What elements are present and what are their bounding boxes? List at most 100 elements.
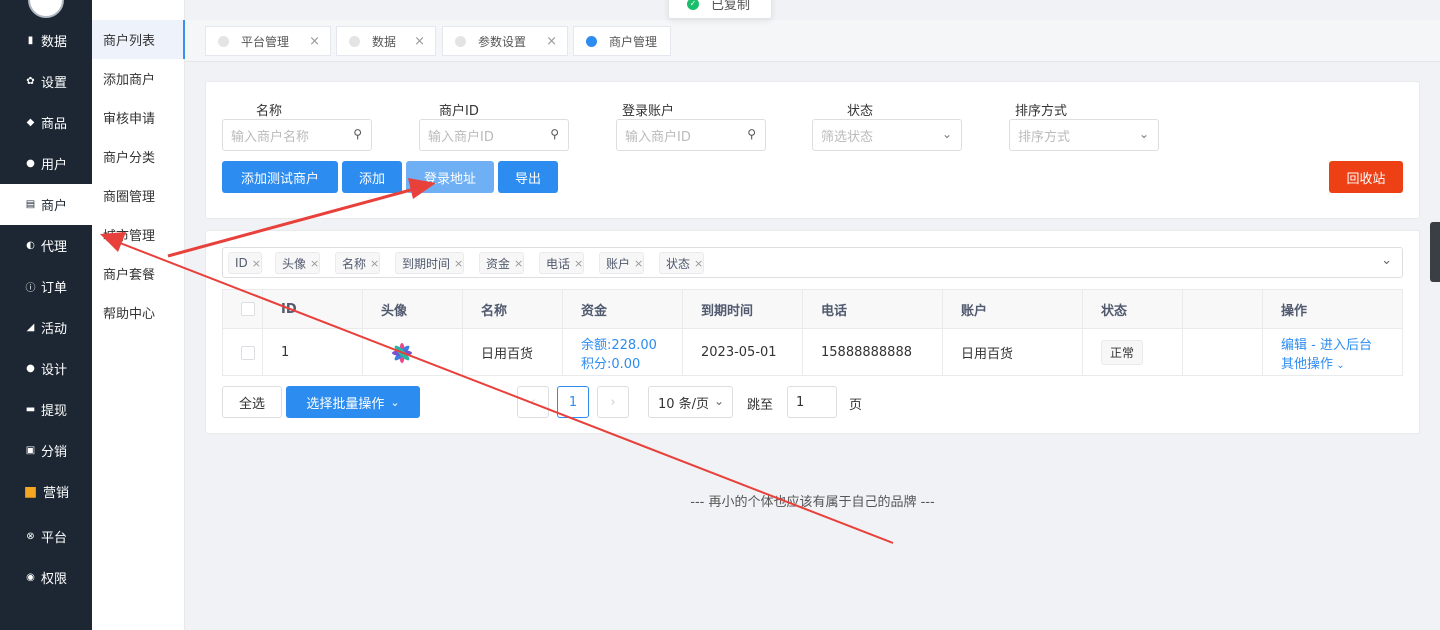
- column-tag[interactable]: 名称 ×: [335, 252, 381, 274]
- submenu-item-help[interactable]: 帮助中心: [92, 293, 185, 332]
- sidebar-item-activity[interactable]: ◢ 活动: [0, 307, 92, 348]
- merchant-table: ID 头像 名称 资金 到期时间 电话 账户 状态 操作 1 日用百货 余额:2…: [222, 289, 1403, 376]
- column-tag[interactable]: 电话 ×: [539, 252, 585, 274]
- close-icon[interactable]: ×: [634, 257, 643, 270]
- chevron-down-icon[interactable]: ⌄: [1381, 253, 1392, 268]
- input-placeholder: 输入商户名称: [231, 129, 310, 145]
- merchant-id-input[interactable]: 输入商户ID ⚲: [419, 119, 569, 151]
- close-icon[interactable]: ×: [414, 34, 425, 49]
- column-selector[interactable]: ID × 头像 × 名称 × 到期时间 × 资金 × 电话 × 账户 × 状态 × ⌄: [222, 247, 1403, 278]
- status-select[interactable]: 筛选状态 ⌄: [812, 119, 962, 151]
- sidebar-item-agent[interactable]: ◐ 代理: [0, 225, 92, 266]
- sidebar-item-design[interactable]: ● 设计: [0, 348, 92, 389]
- sidebar-item-permissions[interactable]: ◉ 权限: [0, 557, 92, 598]
- search-icon[interactable]: ⚲: [550, 127, 559, 141]
- submenu-item-add-merchant[interactable]: 添加商户: [92, 59, 185, 98]
- submenu-item-city[interactable]: 城市管理: [92, 215, 185, 254]
- sidebar-item-orders[interactable]: ⓘ 订单: [0, 266, 92, 307]
- page-size-value: 10 条/页: [658, 396, 710, 412]
- batch-operation-button[interactable]: 选择批量操作 ⌄: [286, 386, 420, 418]
- column-tag[interactable]: 资金 ×: [479, 252, 525, 274]
- submenu-item-merchant-list[interactable]: 商户列表: [92, 20, 185, 59]
- side-panel-handle[interactable]: [1430, 222, 1440, 282]
- sidebar-item-label: 商品: [41, 117, 68, 132]
- next-page-button[interactable]: ›: [597, 386, 629, 418]
- sidebar-item-merchant[interactable]: ▤ 商户: [0, 184, 92, 225]
- sort-select[interactable]: 排序方式 ⌄: [1009, 119, 1159, 151]
- column-tag[interactable]: 到期时间 ×: [395, 252, 465, 274]
- column-tag[interactable]: 账户 ×: [599, 252, 645, 274]
- tab-label: 数据: [372, 34, 397, 49]
- share-icon: ▣: [25, 445, 36, 456]
- sidebar-item-data[interactable]: ▮ 数据: [0, 20, 92, 61]
- login-url-button[interactable]: 登录地址: [406, 161, 494, 193]
- sidebar-item-platform[interactable]: ⊗ 平台: [0, 516, 92, 557]
- more-actions-dropdown[interactable]: 其他操作 ⌄: [1281, 353, 1345, 372]
- column-tag[interactable]: 状态 ×: [659, 252, 705, 274]
- login-account-input[interactable]: 输入商户ID ⚲: [616, 119, 766, 151]
- tab-platform-management[interactable]: 平台管理 ×: [205, 26, 331, 56]
- sort-label: 排序方式: [1015, 104, 1068, 119]
- table-header: ID: [263, 290, 363, 328]
- edit-link[interactable]: 编辑: [1281, 338, 1307, 353]
- sidebar-item-goods[interactable]: ◆ 商品: [0, 102, 92, 143]
- tab-params[interactable]: 参数设置 ×: [442, 26, 568, 56]
- submenu-item-business-district[interactable]: 商圈管理: [92, 176, 185, 215]
- column-tag[interactable]: ID ×: [228, 252, 262, 274]
- submenu-item-category[interactable]: 商户分类: [92, 137, 185, 176]
- sidebar-item-label: 设置: [41, 76, 68, 91]
- jump-page-input[interactable]: 1: [787, 386, 837, 418]
- cube-icon: ◆: [26, 117, 35, 128]
- select-all-button[interactable]: 全选: [222, 386, 282, 418]
- status-label: 状态: [847, 104, 874, 119]
- name-search-input[interactable]: 输入商户名称 ⚲: [222, 119, 372, 151]
- close-icon[interactable]: ×: [514, 257, 523, 270]
- login-account-label: 登录账户: [622, 104, 675, 119]
- row-checkbox[interactable]: [241, 345, 255, 360]
- enter-backend-link[interactable]: 进入后台: [1320, 338, 1372, 353]
- close-icon[interactable]: ×: [454, 257, 463, 270]
- add-button[interactable]: 添加: [342, 161, 402, 193]
- tab-status-dot: [349, 35, 360, 47]
- header-checkbox[interactable]: [241, 302, 255, 316]
- column-tag[interactable]: 头像 ×: [275, 252, 321, 274]
- sidebar-item-label: 数据: [41, 35, 68, 50]
- tab-status-dot: [586, 35, 597, 47]
- copied-toast: ✓ 已复制: [668, 0, 772, 19]
- close-icon[interactable]: ×: [310, 257, 319, 270]
- page-button-current[interactable]: 1: [557, 386, 589, 418]
- merchant-id-label: 商户ID: [439, 104, 479, 119]
- recycle-bin-button[interactable]: 回收站: [1329, 161, 1403, 193]
- sidebar-item-users[interactable]: ● 用户: [0, 143, 92, 184]
- chevron-down-icon: ⌄: [1333, 359, 1345, 371]
- submenu-item-review[interactable]: 审核申请: [92, 98, 185, 137]
- sidebar-item-label: 订单: [41, 281, 68, 296]
- tab-merchant-management[interactable]: 商户管理: [573, 26, 671, 56]
- add-test-merchant-button[interactable]: 添加测试商户: [222, 161, 338, 193]
- cell-account: 日用百货: [943, 328, 1083, 376]
- close-icon[interactable]: ×: [574, 257, 583, 270]
- prev-page-button[interactable]: ‹: [517, 386, 549, 418]
- input-placeholder: 输入商户ID: [428, 129, 494, 145]
- balance-link[interactable]: 余额:228.00: [581, 334, 657, 353]
- chevron-down-icon: ⌄: [713, 394, 724, 408]
- sidebar-item-distribution[interactable]: ▣ 分销: [0, 430, 92, 471]
- close-icon[interactable]: ×: [309, 34, 320, 49]
- chevron-down-icon: ⌄: [1138, 127, 1149, 141]
- search-icon[interactable]: ⚲: [747, 127, 756, 141]
- sidebar-item-withdraw[interactable]: ▬ 提现: [0, 389, 92, 430]
- points-link[interactable]: 积分:0.00: [581, 353, 640, 372]
- close-icon[interactable]: ×: [694, 257, 703, 270]
- list-icon: ▤: [25, 199, 36, 210]
- sidebar-item-settings[interactable]: ✿ 设置: [0, 61, 92, 102]
- tab-data[interactable]: 数据 ×: [336, 26, 436, 56]
- close-icon[interactable]: ×: [370, 257, 379, 270]
- export-button[interactable]: 导出: [498, 161, 558, 193]
- close-icon[interactable]: ×: [546, 34, 557, 49]
- search-icon[interactable]: ⚲: [353, 127, 362, 141]
- page-size-select[interactable]: 10 条/页 ⌄: [648, 386, 733, 418]
- brand-logo[interactable]: [28, 0, 64, 18]
- xbox-icon: ⊗: [26, 531, 35, 542]
- close-icon[interactable]: ×: [252, 257, 261, 270]
- submenu-item-package[interactable]: 商户套餐: [92, 254, 185, 293]
